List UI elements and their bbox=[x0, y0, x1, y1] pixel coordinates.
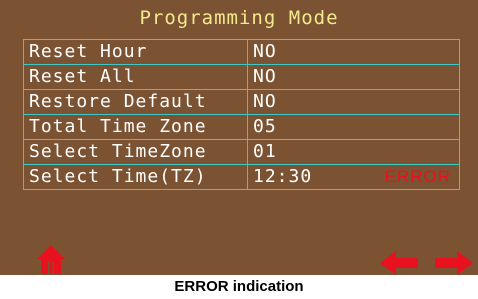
row-label: Total Time Zone bbox=[23, 114, 248, 140]
figure-caption: ERROR indication bbox=[174, 278, 304, 295]
row-value[interactable]: NO bbox=[247, 89, 460, 115]
row-value[interactable]: NO bbox=[247, 39, 460, 65]
row-label: Restore Default bbox=[23, 89, 248, 115]
table-row[interactable]: Total Time Zone 05 bbox=[23, 114, 460, 140]
row-value[interactable]: 05 bbox=[247, 114, 460, 140]
settings-table: Reset Hour NO Reset All NO Restore Defau… bbox=[23, 39, 460, 190]
row-value-text: 12:30 bbox=[253, 166, 313, 187]
row-value-text: 05 bbox=[253, 116, 277, 137]
left-arrow-icon[interactable] bbox=[380, 251, 420, 275]
table-row[interactable]: Select Time(TZ) 12:30 ERROR bbox=[23, 164, 460, 190]
table-row[interactable]: Restore Default NO bbox=[23, 89, 460, 115]
table-row[interactable]: Reset Hour NO bbox=[23, 39, 460, 65]
row-label: Select Time(TZ) bbox=[23, 164, 248, 190]
screen-title: Programming Mode bbox=[139, 7, 339, 29]
table-row[interactable]: Reset All NO bbox=[23, 64, 460, 90]
row-label: Reset All bbox=[23, 64, 248, 90]
row-value[interactable]: 12:30 ERROR bbox=[247, 164, 460, 190]
row-value-text: NO bbox=[253, 41, 277, 62]
home-icon[interactable] bbox=[36, 244, 66, 274]
error-indicator: ERROR bbox=[384, 167, 451, 186]
row-value-text: NO bbox=[253, 66, 277, 87]
right-arrow-icon[interactable] bbox=[433, 251, 473, 275]
row-value[interactable]: 01 bbox=[247, 139, 460, 165]
row-value-text: 01 bbox=[253, 141, 277, 162]
table-row[interactable]: Select TimeZone 01 bbox=[23, 139, 460, 165]
row-label: Select TimeZone bbox=[23, 139, 248, 165]
programming-screen: Programming Mode Reset Hour NO Reset All… bbox=[0, 0, 478, 275]
row-value[interactable]: NO bbox=[247, 64, 460, 90]
row-value-text: NO bbox=[253, 91, 277, 112]
row-label: Reset Hour bbox=[23, 39, 248, 65]
